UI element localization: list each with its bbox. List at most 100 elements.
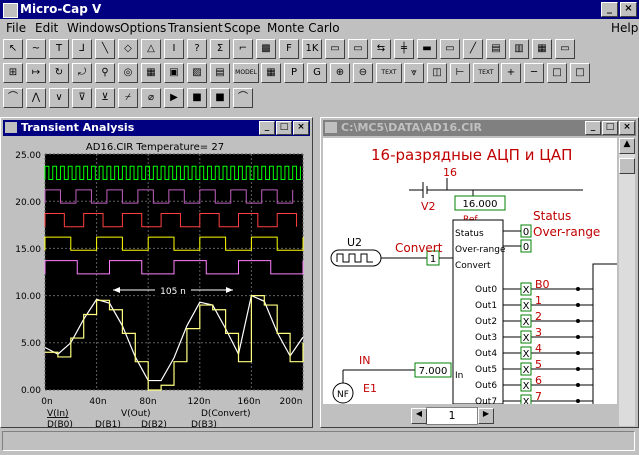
toolbar-button[interactable]: ⊕: [330, 63, 350, 83]
toolbar-button[interactable]: ⅃: [72, 39, 92, 59]
toolbar-button[interactable]: ▬: [417, 39, 437, 59]
toolbar-button[interactable]: ⌒: [233, 88, 253, 108]
toolbar-button[interactable]: ▦: [532, 39, 552, 59]
toolbar-button[interactable]: ◎: [118, 63, 138, 83]
toolbar-button[interactable]: ▩: [256, 39, 276, 59]
toolbar-button[interactable]: ◇: [118, 39, 138, 59]
dac-block[interactable]: [592, 263, 617, 404]
toolbar-button[interactable]: ╱: [463, 39, 483, 59]
toolbar-button[interactable]: ↖: [3, 39, 23, 59]
toolbar-button[interactable]: ▤: [210, 63, 230, 83]
toolbar-button[interactable]: ⩔: [404, 63, 424, 83]
toolbar-button[interactable]: ⊽: [72, 88, 92, 108]
menu-windows[interactable]: Windows: [67, 21, 121, 35]
schematic-canvas[interactable]: 16-разрядные АЦП и ЦАП 16 V2 16.000 Ref …: [323, 138, 617, 404]
toolbar-button[interactable]: ▣: [164, 63, 184, 83]
transient-plot[interactable]: AD16.CIR Temperature= 27 25.00 20.00 15.…: [5, 138, 306, 437]
toolbar-button[interactable]: F: [279, 39, 299, 59]
toolbar-button[interactable]: ⋀: [26, 88, 46, 108]
svg-text:X: X: [523, 301, 530, 312]
u2-source[interactable]: [330, 249, 382, 267]
toolbar-button[interactable]: ↦: [26, 63, 46, 83]
toolbar-button[interactable]: ▦: [261, 63, 281, 83]
toolbar-button[interactable]: ⚲: [95, 63, 115, 83]
minimize-button[interactable]: _: [585, 121, 601, 135]
toolbar-button[interactable]: ▥: [509, 39, 529, 59]
toolbar-button[interactable]: Σ: [210, 39, 230, 59]
toolbar-button[interactable]: □: [547, 63, 567, 83]
toolbar-button[interactable]: ▭: [348, 39, 368, 59]
toolbar-button[interactable]: TEXT: [376, 63, 402, 83]
close-button[interactable]: ×: [293, 121, 309, 135]
legend-b1[interactable]: D(B1): [95, 420, 121, 430]
toolbar-button[interactable]: ⊞: [3, 63, 23, 83]
toolbar-button[interactable]: ▶: [164, 88, 184, 108]
legend-convert[interactable]: D(Convert): [201, 409, 251, 419]
toolbar-button[interactable]: ⊻: [95, 88, 115, 108]
toolbar-button[interactable]: 1K: [302, 39, 322, 59]
toolbar-button[interactable]: TEXT: [473, 63, 499, 83]
toolbar-button[interactable]: ╪: [394, 39, 414, 59]
toolbar-button[interactable]: ↻: [49, 63, 69, 83]
toolbar-button[interactable]: □: [570, 63, 590, 83]
page-next-button[interactable]: ▶: [478, 408, 494, 424]
page-selector[interactable]: 1: [426, 407, 478, 425]
toolbar-button[interactable]: ▨: [187, 63, 207, 83]
toolbar-button[interactable]: ▤: [486, 39, 506, 59]
toolbar-button[interactable]: MODEL: [233, 63, 259, 83]
toolbar-button[interactable]: ⌒: [3, 88, 23, 108]
ref-value: 16.000: [463, 199, 498, 210]
scroll-thumb[interactable]: [619, 158, 635, 174]
menu-help[interactable]: Help: [611, 21, 638, 35]
toolbar-button[interactable]: ∨: [49, 88, 69, 108]
toolbar-button[interactable]: G: [307, 63, 327, 83]
toolbar-button[interactable]: ⌀: [141, 88, 161, 108]
toolbar-button[interactable]: ■: [187, 88, 207, 108]
window-icon[interactable]: [325, 122, 337, 133]
menu-options[interactable]: Options: [120, 21, 166, 35]
menu-monte-carlo[interactable]: Monte Carlo: [267, 21, 340, 35]
toolbar-button[interactable]: ?: [187, 39, 207, 59]
toolbar-button[interactable]: ▦: [141, 63, 161, 83]
page-prev-button[interactable]: ◀: [411, 408, 427, 424]
maximize-button[interactable]: □: [602, 121, 618, 135]
legend-vin[interactable]: V(In): [47, 409, 69, 419]
close-button[interactable]: ×: [620, 2, 637, 17]
menu-file[interactable]: File: [6, 21, 26, 35]
legend-b3[interactable]: D(B3): [191, 420, 217, 430]
toolbar-button[interactable]: ▭: [440, 39, 460, 59]
toolbar-button[interactable]: ~: [26, 39, 46, 59]
toolbar-button[interactable]: ⊢: [450, 63, 470, 83]
menu-scope[interactable]: Scope: [224, 21, 261, 35]
legend-b0[interactable]: D(B0): [47, 420, 73, 430]
menu-edit[interactable]: Edit: [35, 21, 58, 35]
schematic-window: C:\MC5\DATA\AD16.CIR _ □ × 16-разрядные …: [320, 117, 639, 428]
toolbar-button[interactable]: ⊖: [353, 63, 373, 83]
legend-vout[interactable]: V(Out): [121, 409, 151, 419]
toolbar-button[interactable]: ◫: [427, 63, 447, 83]
toolbar-button[interactable]: ▭: [555, 39, 575, 59]
toolbar-button[interactable]: I: [164, 39, 184, 59]
toolbar-button[interactable]: ⌿: [118, 88, 138, 108]
toolbar-button[interactable]: ▭: [325, 39, 345, 59]
window-icon[interactable]: [5, 122, 17, 133]
menu-transient[interactable]: Transient: [168, 21, 223, 35]
toolbar-button[interactable]: ╲: [95, 39, 115, 59]
x-tick: 40n: [89, 397, 106, 407]
toolbar-button[interactable]: ⌐: [233, 39, 253, 59]
toolbar-button[interactable]: ─: [524, 63, 544, 83]
toolbar-button[interactable]: ⤾: [72, 63, 92, 83]
close-button[interactable]: ×: [619, 121, 635, 135]
toolbar-button[interactable]: △: [141, 39, 161, 59]
scroll-up-button[interactable]: ▲: [619, 138, 635, 154]
minimize-button[interactable]: _: [601, 2, 618, 17]
toolbar-button[interactable]: T: [49, 39, 69, 59]
toolbar-button[interactable]: ■: [210, 88, 230, 108]
maximize-button[interactable]: □: [276, 121, 292, 135]
toolbar-button[interactable]: ⇆: [371, 39, 391, 59]
app-icon[interactable]: [3, 3, 18, 18]
toolbar-button[interactable]: +: [501, 63, 521, 83]
toolbar-button[interactable]: P: [284, 63, 304, 83]
minimize-button[interactable]: _: [259, 121, 275, 135]
vertical-scrollbar[interactable]: ▲: [619, 138, 635, 426]
